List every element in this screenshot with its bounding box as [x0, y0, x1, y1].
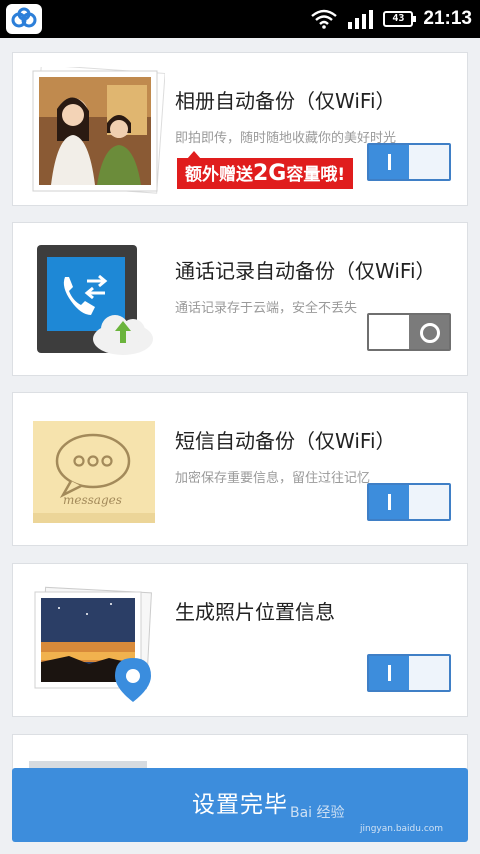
photo-album-icon — [32, 67, 165, 194]
photo-location-card: 生成照片位置信息 — [12, 563, 468, 717]
sms-backup-card: messages 短信自动备份（仅WiFi） 加密保存重要信息，留住过往记忆 — [12, 392, 468, 546]
calllog-backup-toggle[interactable] — [367, 313, 451, 351]
baidu-watermark: Bai 经验 jingyan.baidu.com — [290, 805, 444, 834]
calllog-backup-card: 通话记录自动备份（仅WiFi） 通话记录存于云端，安全不丢失 — [12, 222, 468, 376]
sms-backup-toggle[interactable] — [367, 483, 451, 521]
wifi-icon — [311, 9, 338, 29]
photo-location-toggle[interactable] — [367, 654, 451, 692]
messages-icon — [33, 421, 155, 523]
messages-icon-caption: messages — [63, 493, 122, 507]
promo-badge: 额外赠送2G容量哦! — [177, 151, 354, 189]
status-bar: 43 21:13 — [0, 0, 480, 38]
status-clock: 21:13 — [423, 8, 472, 29]
signal-icon — [348, 10, 374, 29]
battery-icon: 43 — [383, 11, 417, 27]
album-backup-toggle[interactable] — [367, 143, 451, 181]
card-title: 生成照片位置信息 — [175, 600, 335, 624]
album-backup-card: 相册自动备份（仅WiFi） 即拍即传，随时随地收藏你的美好时光 额外赠送2G容量… — [12, 52, 468, 206]
photo-location-icon — [34, 586, 152, 702]
card-subtitle: 即拍即传，随时随地收藏你的美好时光 — [175, 131, 397, 146]
baidu-cloud-icon[interactable] — [6, 4, 42, 34]
card-subtitle: 加密保存重要信息，留住过往记忆 — [175, 471, 371, 486]
card-title: 相册自动备份（仅WiFi） — [175, 89, 396, 113]
card-title: 通话记录自动备份（仅WiFi） — [175, 259, 436, 283]
card-subtitle: 通话记录存于云端，安全不丢失 — [175, 301, 358, 316]
card-title: 短信自动备份（仅WiFi） — [175, 429, 396, 453]
call-log-icon — [37, 245, 153, 355]
